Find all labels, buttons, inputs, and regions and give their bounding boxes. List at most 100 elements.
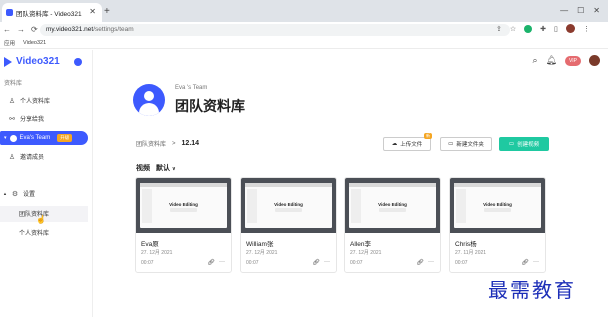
team-name: Eva's Team [19, 135, 51, 141]
bookmark-video321[interactable]: Video321 [23, 40, 46, 46]
video-name: William张 [246, 241, 274, 248]
breadcrumb-root[interactable]: 团队资料库 [136, 139, 166, 148]
video-date: 27. 12月 2021 [141, 250, 173, 256]
section-library-label: 资料库 [4, 81, 23, 87]
new-folder-button[interactable]: ▭ 新建文件夹 [440, 137, 492, 151]
close-tab-icon[interactable]: ✕ [89, 7, 96, 16]
puzzle-icon[interactable]: ✚ [540, 25, 546, 33]
maximize-icon[interactable]: ☐ [577, 6, 584, 15]
url-host: my.video321.net [46, 26, 94, 33]
sidebar-item-personal-settings[interactable]: 个人资料库 [19, 228, 49, 237]
close-window-icon[interactable]: ✕ [593, 6, 600, 15]
video-card[interactable]: Video Editing Allen李 27. 12月 2021 00:07 … [344, 177, 441, 273]
notification-dot-icon[interactable] [74, 58, 82, 66]
more-icon[interactable]: ··· [324, 259, 330, 266]
team-avatar-icon [9, 134, 17, 142]
more-icon[interactable]: ··· [428, 259, 434, 266]
video-name: Chris杨 [455, 241, 477, 248]
address-icons: ⇪ ☆ ✚ ▯ ⋮ [496, 24, 590, 33]
sidebar-item-settings[interactable]: ▲ ⚙ 设置 [3, 189, 35, 199]
share-link-icon: ⚯ [9, 115, 15, 123]
add-user-icon: ♙ [8, 153, 16, 161]
video-name: Eva原 [141, 241, 159, 248]
chevron-down-icon: ∨ [171, 166, 176, 172]
more-icon[interactable]: ··· [533, 259, 539, 266]
cloud-upload-icon: ☁ [391, 141, 398, 147]
browser-tab[interactable]: 团队资料库 - Video321 ✕ [2, 3, 102, 22]
sidebar-team-selected[interactable]: ▾ Eva's Team 升级 [0, 131, 88, 145]
video-thumbnail[interactable]: Video Editing [241, 178, 336, 233]
video-duration: 00:07 [350, 260, 363, 266]
user-avatar[interactable] [589, 55, 600, 66]
new-badge: 新 [424, 133, 432, 139]
video-thumbnail[interactable]: Video Editing [450, 178, 545, 233]
video-date: 27. 12月 2021 [350, 250, 382, 256]
nav-buttons: ←→⟳ [3, 25, 44, 34]
video-duration: 00:07 [455, 260, 468, 266]
link-icon[interactable]: 🔗︎ [207, 259, 215, 266]
video-thumbnail[interactable]: Video Editing [345, 178, 440, 233]
browser-tab-title: 团队资料库 - Video321 [16, 10, 82, 18]
sidebar-item-personal-library[interactable]: ♙ 个人资料库 [8, 96, 51, 106]
favicon-icon [6, 9, 13, 16]
thumbnail-title: Video Editing [274, 202, 303, 207]
brand-name: Video321 [16, 56, 60, 67]
profile-avatar-icon[interactable] [565, 24, 575, 33]
sidepanel-icon[interactable]: ▯ [554, 25, 558, 33]
share-icon[interactable]: ⇪ [496, 25, 502, 33]
vip-badge[interactable]: VIP [564, 55, 581, 66]
more-icon[interactable]: ··· [219, 259, 225, 266]
link-icon[interactable]: 🔗︎ [521, 259, 529, 266]
menu-icon[interactable]: ⋮ [583, 25, 590, 33]
logo-icon [4, 56, 12, 67]
back-icon[interactable]: ← [3, 25, 17, 34]
upload-label: 上传文件 [400, 142, 423, 148]
minimize-icon[interactable]: — [560, 6, 568, 15]
breadcrumb-current: 12.14 [181, 140, 200, 147]
caret-up-icon: ▲ [3, 191, 7, 196]
video-thumbnail[interactable]: Video Editing [136, 178, 231, 233]
filter-type[interactable]: 视频 [136, 163, 150, 173]
link-icon[interactable]: 🔗︎ [416, 259, 424, 266]
search-icon[interactable]: ⌕ [532, 55, 537, 66]
link-icon[interactable]: 🔗︎ [312, 259, 320, 266]
sidebar-item-label: 个人资料库 [20, 99, 51, 105]
video-duration: 00:07 [141, 260, 154, 266]
video-card[interactable]: Video Editing William张 27. 12月 2021 00:0… [240, 177, 337, 273]
sidebar-item-label: 分享给我 [20, 117, 45, 123]
video-duration: 00:07 [246, 260, 259, 266]
sidebar-item-label: 设置 [22, 192, 35, 198]
sidebar-item-invite[interactable]: ♙ 邀请成员 [8, 152, 45, 162]
sidebar-item-label: 邀请成员 [20, 155, 45, 161]
gear-icon: ⚙ [11, 190, 19, 198]
url-field[interactable]: my.video321.net/settings/team [40, 24, 510, 36]
bell-icon[interactable]: 🔔︎ [546, 55, 557, 66]
cursor-hand-icon: ☝ [36, 215, 46, 224]
sidebar-item-label: 个人资料库 [19, 231, 50, 237]
new-tab-button[interactable]: + [104, 6, 110, 17]
thumbnail-title: Video Editing [169, 202, 198, 207]
forward-icon[interactable]: → [17, 25, 31, 34]
video-card[interactable]: Video Editing Eva原 27. 12月 2021 00:07 🔗︎… [135, 177, 232, 273]
star-icon[interactable]: ☆ [510, 25, 516, 33]
create-video-button[interactable]: ▭ 创建视频 [499, 137, 549, 151]
team-owner-label: Eva 's Team [175, 85, 208, 91]
create-video-label: 创建视频 [517, 142, 540, 148]
upgrade-badge[interactable]: 升级 [57, 134, 73, 142]
video-date: 27. 12月 2021 [246, 250, 278, 256]
folder-icon: ▭ [448, 141, 454, 147]
upload-file-button[interactable]: ☁ 上传文件 新 [383, 133, 432, 151]
topbar-icons: ⌕ 🔔︎ VIP [532, 55, 600, 66]
brand-logo[interactable]: Video321 [4, 56, 60, 67]
sidebar-item-shared-with-me[interactable]: ⚯ 分享给我 [8, 114, 45, 124]
video-card[interactable]: Video Editing Chris杨 27. 11月 2021 00:07 … [449, 177, 546, 273]
extension-icon[interactable] [524, 24, 533, 33]
breadcrumb-separator: > [172, 140, 176, 147]
caret-down-icon: ▾ [4, 135, 7, 141]
thumbnail-title: Video Editing [483, 202, 512, 207]
filter-bar: 视频 默认 ∨ [136, 163, 176, 173]
thumbnail-title: Video Editing [378, 202, 407, 207]
bookmark-apps[interactable]: 应用 [4, 39, 15, 47]
sort-dropdown[interactable]: 默认 ∨ [156, 163, 176, 173]
page-title: 团队资料库 [175, 98, 245, 114]
